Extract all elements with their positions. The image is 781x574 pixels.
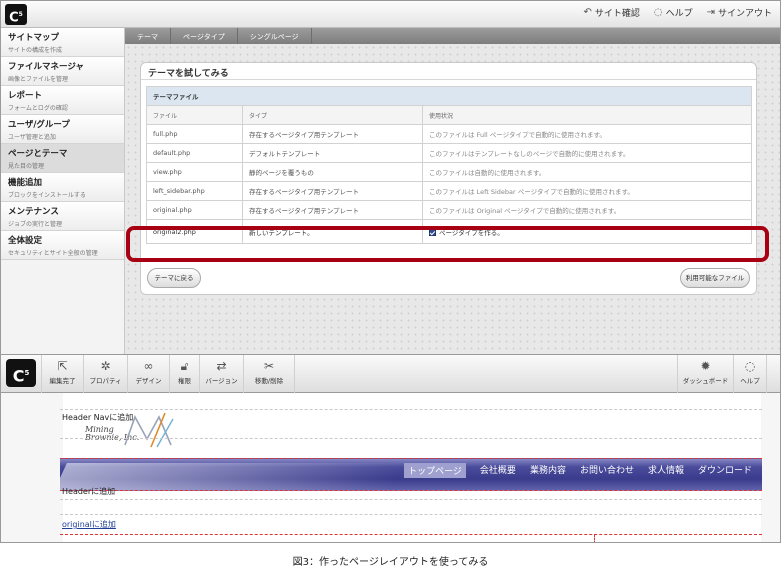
usage-cell: このファイルはテンプレートなしのページで自動的に使用されます。 [422, 143, 752, 163]
header-add-link[interactable]: Headerに追加 [62, 486, 115, 497]
table-row: view.php 静的ページを覆うもの このファイルは自動的に使用されます。 [146, 162, 752, 182]
exit-edit-icon: ⇱ [57, 359, 68, 373]
nav-item-services[interactable]: 業務内容 [530, 463, 566, 478]
move-delete-button[interactable]: ✂ 移動/削除 [243, 355, 295, 393]
return-arrow-icon: ↶ [583, 7, 592, 18]
edit-toolbar: C5 ⇱ 編集完了 ✲ プロパティ ∞ デザイン 🔓︎ 権限 ⇄ バージョン ✂ 移動/削除… [0, 355, 781, 393]
available-files-button[interactable]: 利用可能なファイル [680, 268, 750, 288]
sub-tabs: テーマ ページタイプ シングルページ [125, 28, 780, 44]
type-cell: 存在するページタイプ用テンプレート [242, 181, 423, 201]
type-cell: 存在するページタイプ用テンプレート [242, 200, 423, 220]
sidebar-item-add-functionality[interactable]: 機能追加 ブロックをインストールする [1, 173, 124, 202]
nav-item-download[interactable]: ダウンロード [698, 463, 752, 478]
file-cell: default.php [146, 143, 243, 163]
concrete5-logo[interactable]: C5 [5, 4, 27, 25]
red-column-divider [594, 534, 595, 542]
main-content: テーマを試してみる テーマファイル ファイル タイプ 使用状況 full.php… [125, 44, 780, 354]
table-row: full.php 存在するページタイプ用テンプレート このファイルは Full … [146, 124, 752, 144]
tab-single-pages[interactable]: シングルページ [238, 28, 312, 44]
sidebar-item-users[interactable]: ユーザ/グループ ユーザ管理と追加 [1, 115, 124, 144]
global-nav: トップページ 会社概要 業務内容 お問い合わせ 求人情報 ダウンロード [404, 463, 752, 478]
table-row: default.php デフォルトテンプレート このファイルはテンプレートなしの… [146, 143, 752, 163]
file-cell: full.php [146, 124, 243, 144]
brand-logo-mark [124, 412, 174, 448]
type-cell: 静的ページを覆うもの [242, 162, 423, 182]
top-bar: C5 ↶ サイト確認 ◌ ヘルプ ⇥ サインアウト [1, 1, 780, 28]
figure-caption: 図3：作ったページレイアウトを使ってみる [292, 557, 489, 568]
table-caption: テーマファイル [146, 86, 752, 106]
area-divider [60, 514, 762, 515]
sidebar-item-maintenance[interactable]: メンテナンス ジョブの実行と管理 [1, 202, 124, 231]
file-cell: left_sidebar.php [146, 181, 243, 201]
dashboard-icon: ✹ [700, 359, 711, 373]
nav-item-contact[interactable]: お問い合わせ [580, 463, 634, 478]
dashboard-window: C5 ↶ サイト確認 ◌ ヘルプ ⇥ サインアウト サイトマップ サイトの構成を作成 フ… [0, 0, 781, 355]
column-header-type: タイプ [242, 105, 423, 125]
panel-divider [141, 79, 756, 80]
concrete5-toolbar-logo[interactable]: C5 [6, 359, 36, 387]
red-area-divider [60, 534, 762, 535]
file-cell: original.php [146, 200, 243, 220]
usage-cell: このファイルは自動的に使用されます。 [422, 162, 752, 182]
global-nav-band: トップページ 会社概要 業務内容 お問い合わせ 求人情報 ダウンロード [60, 458, 762, 491]
column-header-file: ファイル [146, 105, 243, 125]
usage-cell: このファイルは Left Sidebar ページタイプで自動的に使用されます。 [422, 181, 752, 201]
table-row: original.php 存在するページタイプ用テンプレート このファイルは O… [146, 200, 752, 220]
signout-link[interactable]: ⇥ サインアウト [707, 6, 772, 19]
scissors-icon: ✂ [263, 359, 275, 373]
help-button[interactable]: ◌ ヘルプ [733, 355, 767, 393]
site-check-link[interactable]: ↶ サイト確認 [583, 6, 639, 19]
usage-cell: このファイルは Full ページタイプで自動的に使用されます。 [422, 124, 752, 144]
permissions-button[interactable]: 🔓︎ 権限 [169, 355, 199, 393]
sidebar: サイトマップ サイトの構成を作成 ファイルマネージャ 画像とファイルを管理 レポート… [1, 28, 125, 354]
sidebar-item-reports[interactable]: レポート フォームとログの確認 [1, 86, 124, 115]
theme-files-table: テーマファイル ファイル タイプ 使用状況 full.php 存在するページタイ… [146, 86, 752, 244]
type-cell: 存在するページタイプ用テンプレート [242, 124, 423, 144]
area-divider [60, 499, 762, 500]
glasses-icon: ∞ [143, 359, 154, 373]
sidebar-item-file-manager[interactable]: ファイルマネージャ 画像とファイルを管理 [1, 57, 124, 86]
sidebar-item-sitemap[interactable]: サイトマップ サイトの構成を作成 [1, 28, 124, 57]
properties-button[interactable]: ✲ プロパティ [83, 355, 127, 393]
highlight-frame [126, 226, 769, 262]
versions-button[interactable]: ⇄ バージョン [199, 355, 243, 393]
gear-icon: ✲ [100, 359, 111, 373]
versions-icon: ⇄ [216, 359, 227, 373]
sidebar-item-pages-themes[interactable]: ページとテーマ 見た目の管理 [1, 144, 124, 173]
page-preview: Header Navに追加 Mining Brownie, Inc. トップページ… [0, 393, 781, 543]
back-to-themes-button[interactable]: テーマに戻る [147, 268, 201, 288]
table-row: left_sidebar.php 存在するページタイプ用テンプレート このファイ… [146, 181, 752, 201]
area-divider [60, 438, 762, 439]
help-icon: ◌ [653, 7, 663, 18]
nav-item-jobs[interactable]: 求人情報 [648, 463, 684, 478]
lock-icon: 🔓︎ [180, 359, 189, 373]
sidebar-item-settings[interactable]: 全体設定 セキュリティとサイト全般の管理 [1, 231, 124, 260]
nav-item-top[interactable]: トップページ [404, 463, 466, 478]
dashboard-button[interactable]: ✹ ダッシュボード [677, 355, 733, 393]
column-header-usage: 使用状況 [422, 105, 752, 125]
file-cell: view.php [146, 162, 243, 182]
signout-icon: ⇥ [706, 7, 715, 18]
help-link[interactable]: ◌ ヘルプ [654, 6, 693, 19]
tab-page-types[interactable]: ページタイプ [171, 28, 238, 44]
usage-cell: このファイルは Original ページタイプで自動的に使用されます。 [422, 200, 752, 220]
tab-themes[interactable]: テーマ [125, 28, 171, 44]
original-add-link[interactable]: originalに追加 [62, 519, 116, 530]
exit-edit-button[interactable]: ⇱ 編集完了 [41, 355, 83, 393]
design-button[interactable]: ∞ デザイン [127, 355, 169, 393]
help-icon: ◌ [744, 359, 756, 373]
panel-title: テーマを試してみる [148, 69, 229, 79]
type-cell: デフォルトテンプレート [242, 143, 423, 163]
top-nav: ↶ サイト確認 ◌ ヘルプ ⇥ サインアウト [583, 6, 772, 19]
nav-item-company[interactable]: 会社概要 [480, 463, 516, 478]
